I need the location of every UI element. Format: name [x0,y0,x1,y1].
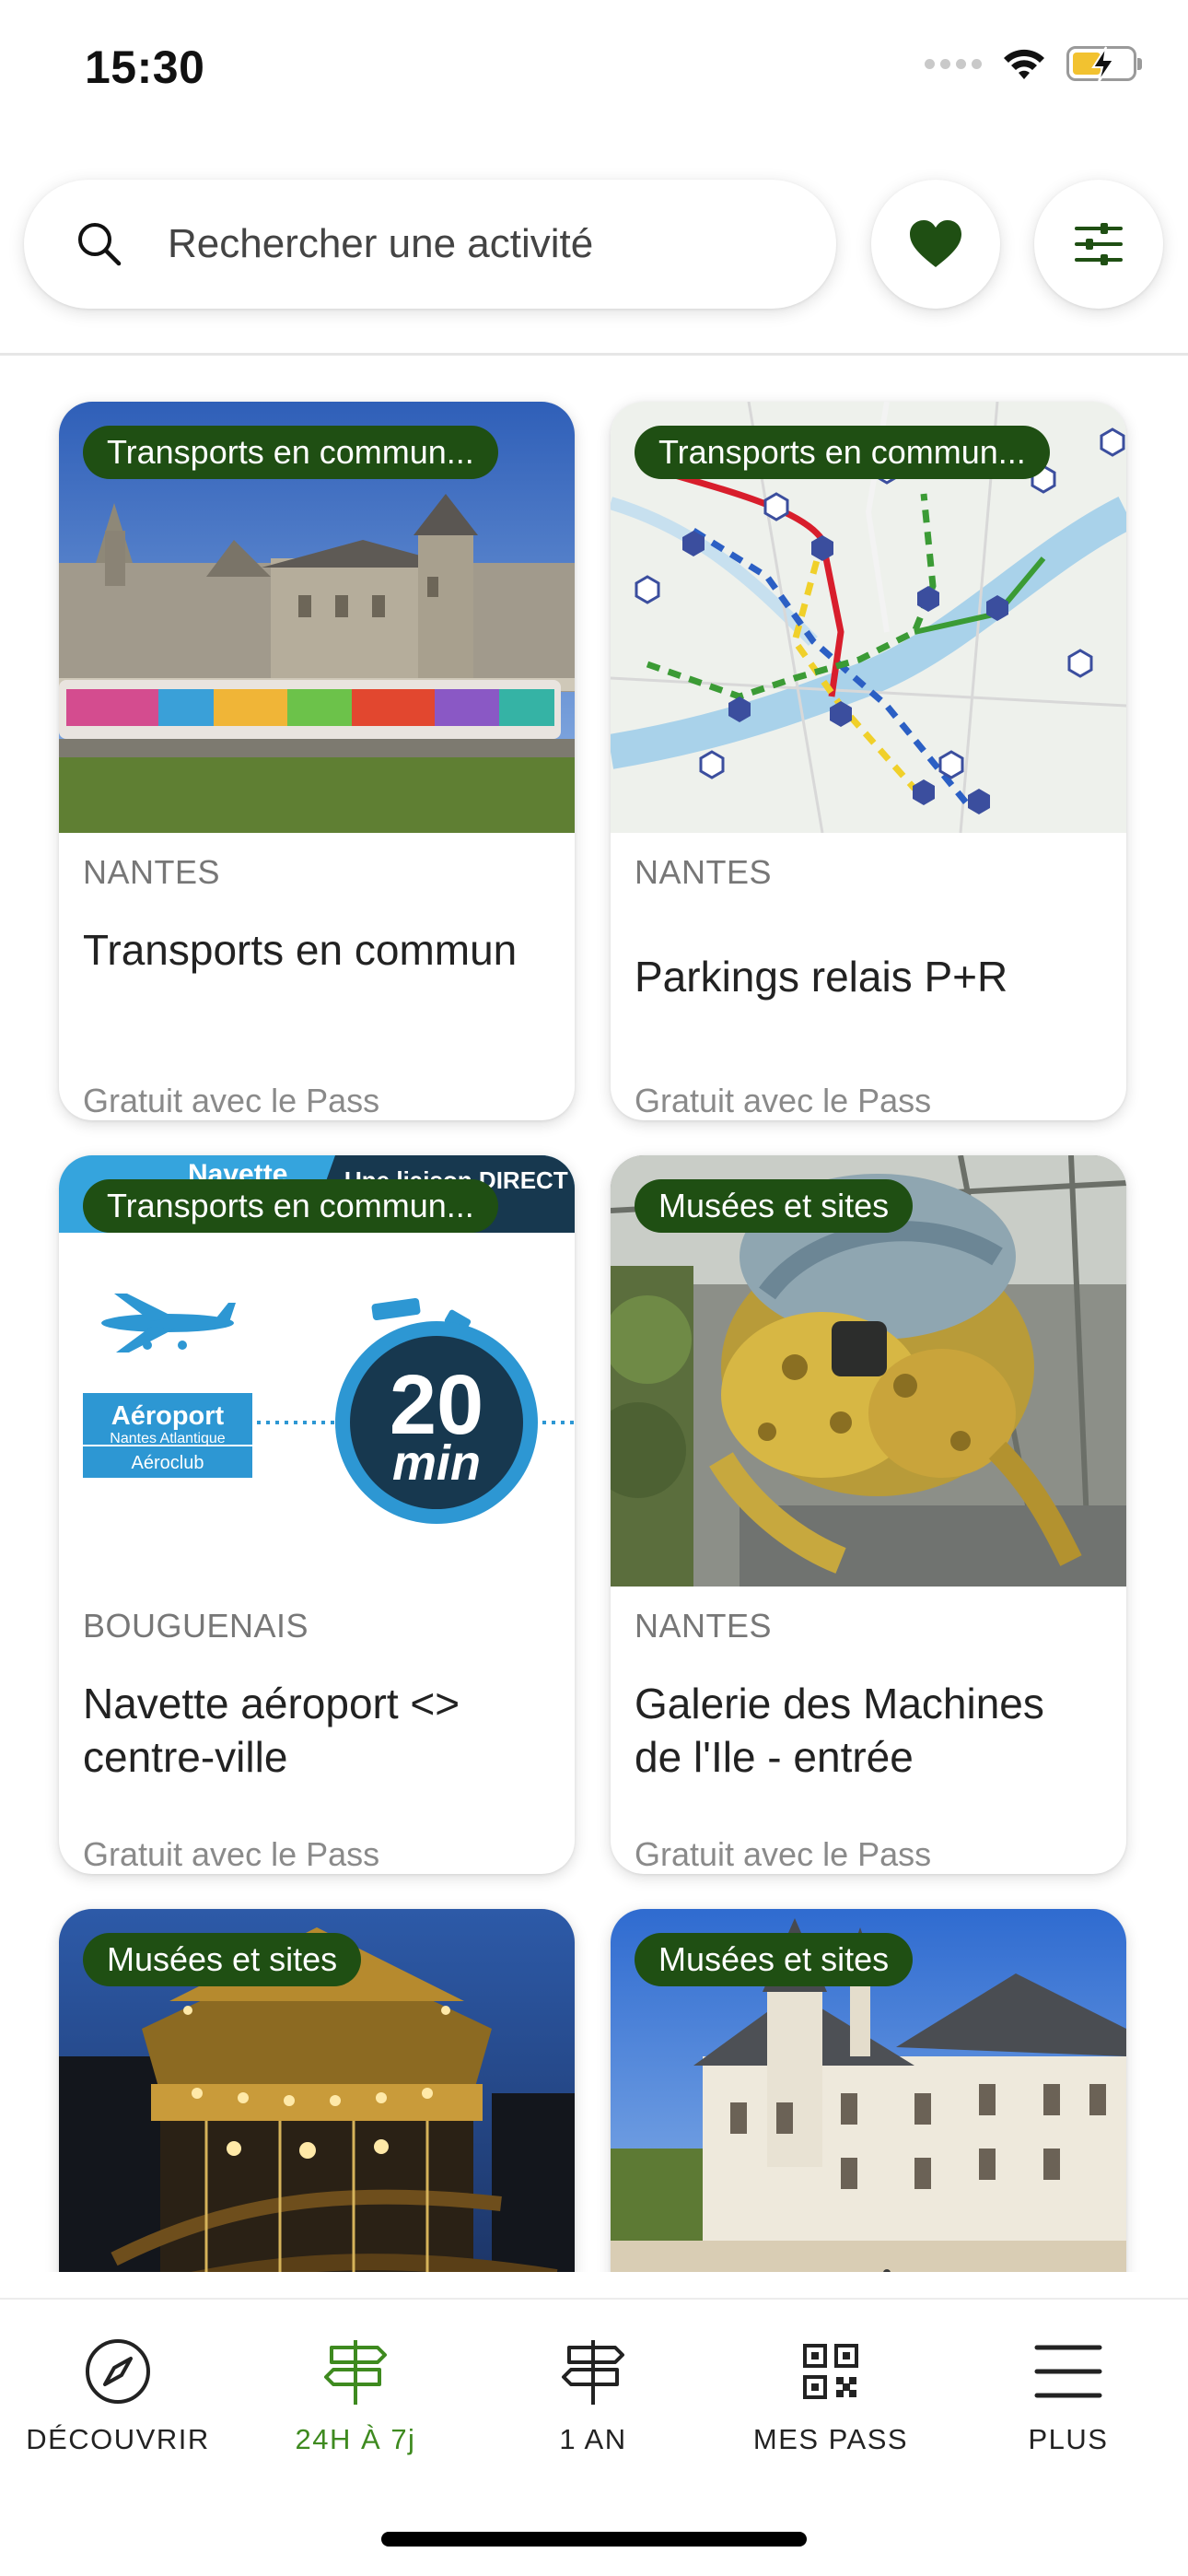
category-tag: Transports en commun... [83,426,498,479]
tab-label: MES PASS [752,2423,909,2455]
tab-1-an[interactable]: 1 AN [483,2336,704,2456]
tab-label: DÉCOUVRIR [26,2423,210,2455]
card-title: Parkings relais P+R [635,953,1008,1001]
home-indicator [381,2532,807,2547]
card-image: Transports en commun... [611,402,1126,833]
category-tag: Musées et sites [635,1179,914,1233]
category-tag: Musées et sites [83,1933,362,1986]
tab-decouvrir[interactable]: DÉCOUVRIR [7,2336,228,2456]
tab-label: PLUS [1028,2423,1109,2455]
category-tag: Musées et sites [635,1933,914,1986]
card-city: NANTES [635,853,773,891]
qr-code-icon [803,2344,858,2399]
card-image: Musées et sites [59,1909,575,2272]
signpost-icon [562,2340,624,2405]
activity-card[interactable]: Musées et sites NANTES Galerie des Machi… [611,1155,1126,1874]
card-city: BOUGUENAIS [83,1607,309,1645]
card-price: Gratuit avec le Pass [83,1082,380,1119]
card-image: Navette Une liaison DIRECT Aéroport Nant… [59,1155,575,1587]
airport-text: Aéroport [111,1401,225,1431]
compass-icon [86,2339,150,2404]
activity-card[interactable]: Musées et sites [611,1909,1126,2272]
card-price: Gratuit avec le Pass [635,1082,932,1119]
category-tag: Transports en commun... [635,426,1050,479]
card-title: Navette aéroport <> centre-ville [83,1680,460,1781]
activity-card[interactable]: Transports en commun... NANTES Parkings … [611,402,1126,1120]
activity-card[interactable]: Musées et sites [59,1909,575,2272]
card-image: Transports en commun... [59,402,575,833]
tab-24h-7j[interactable]: 24H À 7j [245,2336,466,2456]
card-image: Musées et sites [611,1155,1126,1587]
activity-card[interactable]: Transports en commun... NANTES Transport… [59,402,575,1120]
activity-grid: Transports en commun... NANTES Transport… [0,0,1188,2272]
card-title: Transports en commun [83,926,518,974]
tab-label: 1 AN [559,2423,627,2455]
card-title: Galerie des Machines de l'Ile - entrée [635,1680,1044,1781]
category-tag: Transports en commun... [83,1179,498,1233]
card-price: Gratuit avec le Pass [83,1835,380,1873]
airport-sub-text: Nantes Atlantique [110,1431,226,1446]
activity-card[interactable]: Navette Une liaison DIRECT Aéroport Nant… [59,1155,575,1874]
card-price: Gratuit avec le Pass [635,1835,932,1873]
card-image: Musées et sites [611,1909,1126,2272]
timer-unit-text: min [392,1435,481,1491]
menu-icon [1034,2345,1102,2398]
tab-label: 24H À 7j [295,2423,416,2455]
aeroclub-text: Aéroclub [132,1453,204,1473]
card-city: NANTES [83,853,221,891]
card-city: NANTES [635,1607,773,1645]
tab-mes-pass[interactable]: MES PASS [720,2336,941,2456]
tab-plus[interactable]: PLUS [958,2336,1179,2456]
signpost-icon [324,2340,387,2405]
